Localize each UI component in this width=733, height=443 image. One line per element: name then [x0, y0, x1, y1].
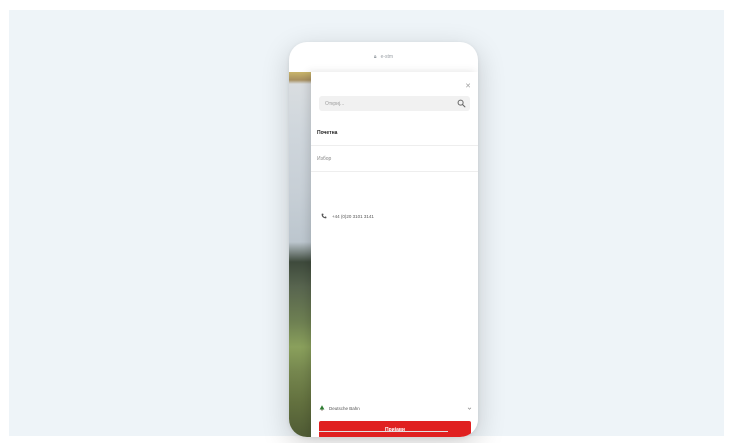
menu-item-selection[interactable]: Избор — [311, 146, 478, 172]
phone-frame: 🔒︎ e-stm ✕ Почетна Избор — [289, 42, 478, 437]
language-label: Deutsche Bahn — [329, 405, 360, 411]
phone-number: +44 (0)20 3101 3141 — [332, 213, 374, 219]
phone-icon — [321, 213, 327, 219]
search-box — [319, 96, 470, 111]
close-icon[interactable]: ✕ — [465, 83, 471, 90]
chevron-down-icon — [467, 407, 472, 410]
tree-icon — [319, 405, 325, 411]
page-background: 🔒︎ e-stm ✕ Почетна Избор — [9, 10, 724, 437]
search-input[interactable] — [323, 96, 437, 111]
background-photo — [289, 72, 313, 437]
url-text: e-stm — [380, 54, 394, 60]
menu-item-home[interactable]: Почетна — [311, 120, 478, 146]
language-selector[interactable]: Deutsche Bahn — [319, 403, 472, 413]
navigation-drawer: ✕ Почетна Избор +44 (0)20 3101 3141 — [311, 72, 478, 437]
search-icon[interactable] — [457, 99, 466, 108]
menu-item-label: Избор — [317, 155, 332, 162]
phone-link[interactable]: +44 (0)20 3101 3141 — [321, 213, 374, 219]
menu-item-label: Почетна — [317, 129, 338, 136]
lock-icon: 🔒︎ — [373, 54, 377, 60]
home-indicator — [319, 431, 448, 432]
browser-url-bar[interactable]: 🔒︎ e-stm — [289, 42, 478, 73]
login-button[interactable]: Пријави — [319, 421, 471, 437]
